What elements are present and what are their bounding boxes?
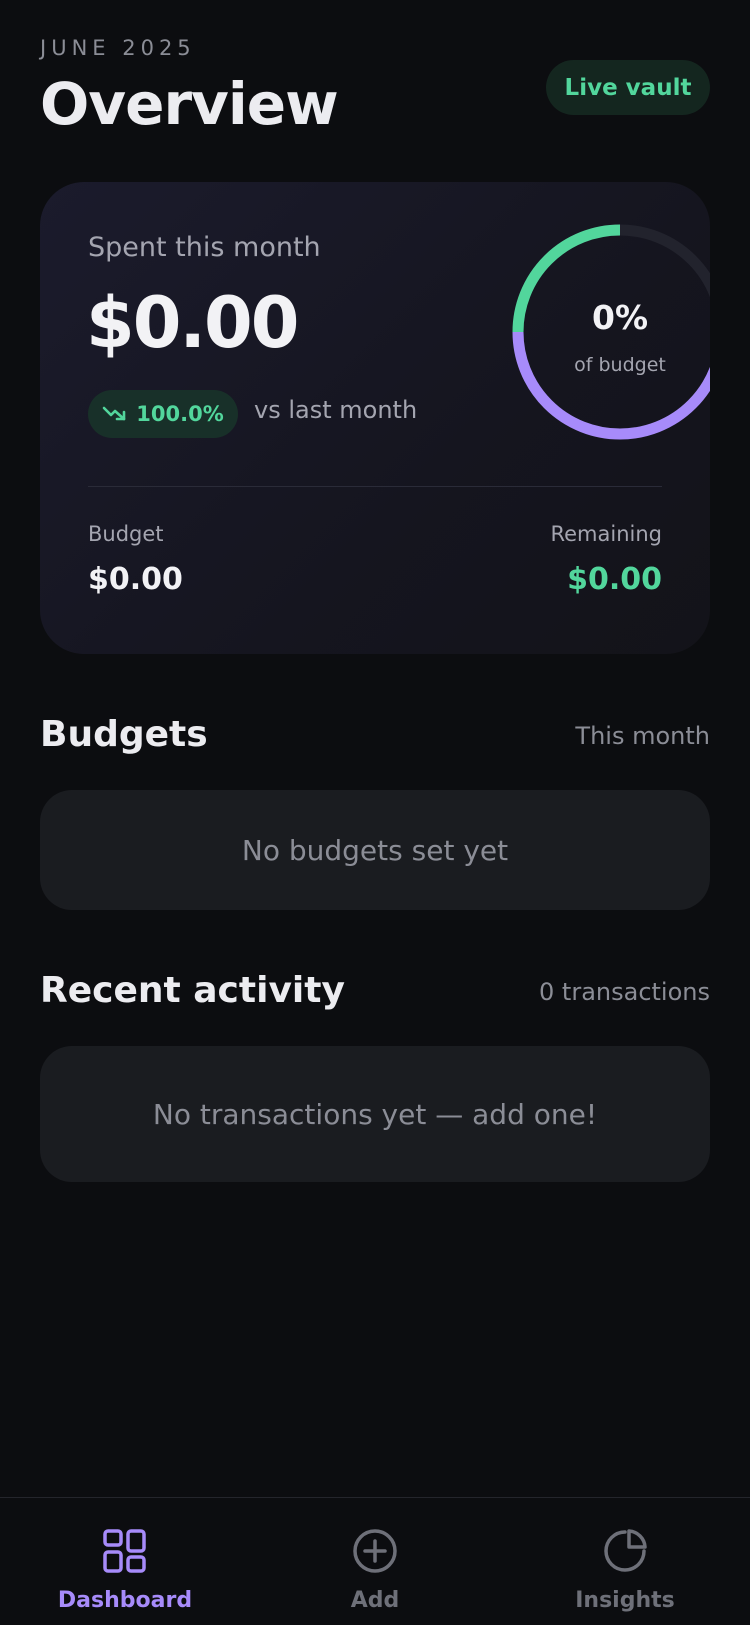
- budgets-empty-text: No budgets set yet: [241, 833, 509, 867]
- transactions-count: 0 transactions: [539, 978, 710, 1006]
- live-vault-badge[interactable]: Live vault: [546, 60, 710, 115]
- budgets-section-title: Budgets: [40, 714, 208, 755]
- remaining-label: Remaining: [550, 522, 662, 546]
- delta-percent: 100.0%: [136, 402, 224, 426]
- nav-item-insights[interactable]: Insights: [500, 1498, 750, 1625]
- budgets-empty-state: No budgets set yet: [40, 790, 710, 910]
- remaining-value: $0.00: [567, 562, 662, 597]
- budget-value: $0.00: [88, 562, 183, 597]
- activity-empty-text: No transactions yet — add one!: [152, 1097, 598, 1131]
- budget-label: Budget: [88, 522, 164, 546]
- bottom-nav: Dashboard Add Insights: [0, 1497, 750, 1625]
- nav-label-add: Add: [350, 1588, 400, 1613]
- page-title: Overview: [40, 70, 339, 138]
- plus-circle-icon: [353, 1529, 397, 1573]
- nav-label-dashboard: Dashboard: [57, 1588, 193, 1613]
- activity-section-title: Recent activity: [40, 970, 345, 1011]
- nav-label-insights: Insights: [575, 1588, 675, 1613]
- grid-icon: [103, 1529, 146, 1573]
- nav-item-add[interactable]: Add: [250, 1498, 500, 1625]
- month-label: JUNE 2025: [40, 36, 196, 60]
- activity-empty-state: No transactions yet — add one!: [40, 1046, 710, 1182]
- spent-label: Spent this month: [88, 232, 321, 263]
- budget-ring-caption: of budget: [574, 354, 666, 376]
- delta-caption: vs last month: [254, 396, 418, 424]
- month-delta-badge: 100.0%: [88, 390, 238, 438]
- budgets-period-label[interactable]: This month: [575, 722, 710, 750]
- budget-ring-percent: 0%: [591, 298, 649, 337]
- trending-down-icon: [102, 406, 126, 421]
- pie-chart-icon: [604, 1529, 647, 1572]
- monthly-summary-card: Spent this month $0.00 100.0% vs last mo…: [40, 182, 710, 654]
- card-divider: [88, 486, 662, 487]
- spent-amount: $0.00: [86, 282, 299, 364]
- nav-item-dashboard[interactable]: Dashboard: [0, 1498, 250, 1625]
